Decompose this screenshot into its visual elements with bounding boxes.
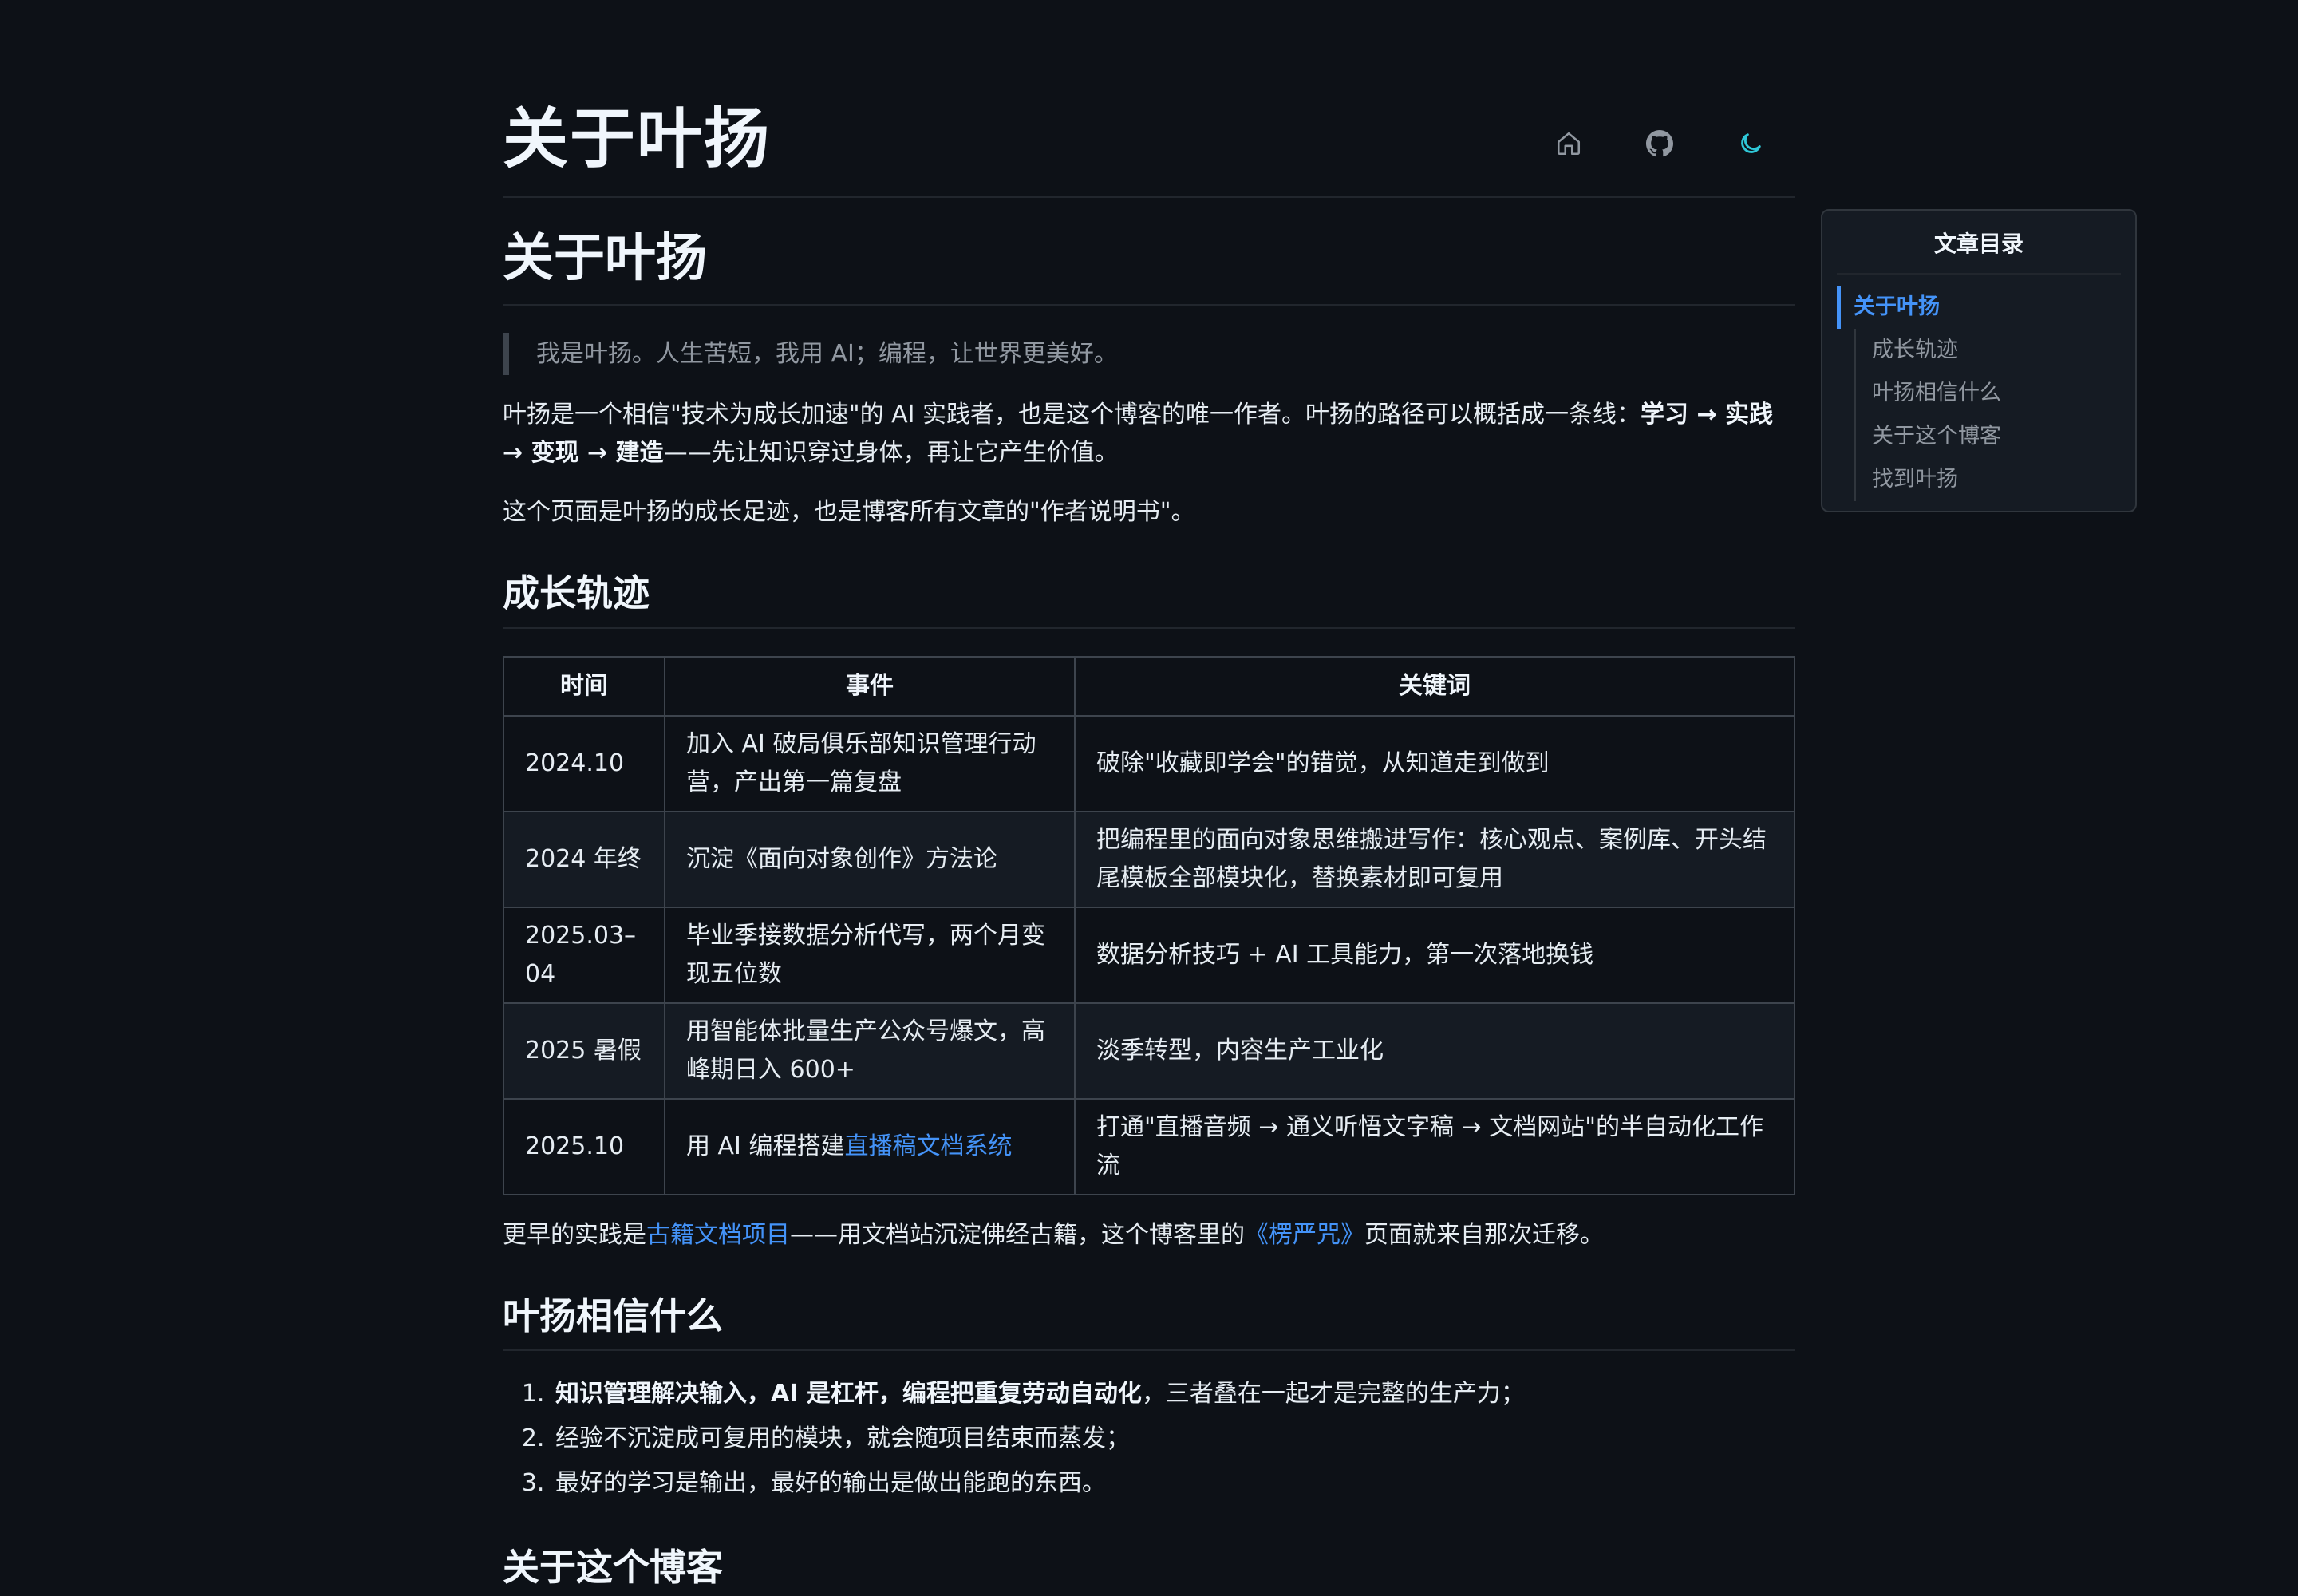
cell-event: 用 AI 编程搭建直播稿文档系统 [664, 1097, 1076, 1195]
header-icons [1553, 128, 1767, 160]
earlier-middle: ——用文档站沉淀佛经古籍，这个博客里的 [790, 1220, 1245, 1249]
github-button[interactable] [1644, 128, 1676, 160]
table-row: 2024.10 加入 AI 破局俱乐部知识管理行动营，产出第一篇复盘 破除"收藏… [503, 714, 1795, 812]
cell-time: 2025.03–04 [503, 906, 665, 1004]
cell-time: 2024.10 [503, 714, 665, 812]
earlier-prefix: 更早的实践是 [503, 1220, 646, 1249]
github-icon [1646, 130, 1673, 157]
theme-toggle-button[interactable] [1735, 128, 1767, 160]
site-title: 关于叶扬 [503, 101, 772, 177]
column-header-keyword: 关键词 [1074, 655, 1795, 717]
cell-event-text: 用 AI 编程搭建 [686, 1132, 845, 1160]
cell-time: 2025.10 [503, 1097, 665, 1195]
page: 关于叶扬 关于叶扬 我是叶扬。人生苦短，我用 AI；编程，让世界更美好。 叶扬是… [0, 0, 2298, 1596]
belief-text: 经验不沉淀成可复用的模块，就会随项目结束而蒸发； [555, 1424, 1130, 1453]
live-docs-link[interactable]: 直播稿文档系统 [844, 1132, 1012, 1160]
intro-paragraph: 叶扬是一个相信"技术为成长加速"的 AI 实践者，也是这个博客的唯一作者。叶扬的… [503, 396, 1795, 472]
moon-icon [1741, 133, 1761, 153]
toc-item-about-blog[interactable]: 关于这个博客 [1872, 415, 2121, 458]
intro-paragraph-2: 这个页面是叶扬的成长足迹，也是博客所有文章的"作者说明书"。 [503, 497, 1195, 526]
table-of-contents: 文章目录 关于叶扬 成长轨迹 叶扬相信什么 关于这个博客 找到叶扬 [1821, 209, 2137, 512]
toc-title: 文章目录 [1837, 227, 2121, 275]
list-item: 最好的学习是输出，最好的输出是做出能跑的东西。 [552, 1461, 1795, 1506]
home-icon [1557, 132, 1581, 156]
earlier-practice-paragraph: 更早的实践是古籍文档项目——用文档站沉淀佛经古籍，这个博客里的《楞严咒》页面就来… [503, 1216, 1795, 1254]
belief-text: ，三者叠在一起才是完整的生产力； [1141, 1380, 1525, 1408]
column-header-time: 时间 [503, 655, 665, 717]
list-item: 经验不沉淀成可复用的模块，就会随项目结束而蒸发； [552, 1416, 1795, 1461]
toc-sublist: 成长轨迹 叶扬相信什么 关于这个博客 找到叶扬 [1854, 329, 2121, 501]
toc-item-about[interactable]: 关于叶扬 [1837, 286, 2121, 329]
cell-keyword: 淡季转型，内容生产工业化 [1074, 1001, 1795, 1100]
cell-event: 毕业季接数据分析代写，两个月变现五位数 [664, 906, 1076, 1004]
table-header-row: 时间 事件 关键词 [503, 655, 1795, 717]
cell-time: 2025 暑假 [503, 1001, 665, 1100]
belief-bold: 知识管理解决输入，AI 是杠杆，编程把重复劳动自动化 [555, 1380, 1142, 1408]
intro-text-2: ——先让知识穿过身体，再让它产生价值。 [663, 438, 1119, 467]
belief-text: 最好的学习是输出，最好的输出是做出能跑的东西。 [555, 1469, 1106, 1498]
article-title: 关于叶扬 [503, 228, 1795, 306]
cell-keyword: 打通"直播音频 → 通义听悟文字稿 → 文档网站"的半自动化工作流 [1074, 1097, 1795, 1195]
cell-keyword: 破除"收藏即学会"的错觉，从知道走到做到 [1074, 714, 1795, 812]
toc-list: 关于叶扬 成长轨迹 叶扬相信什么 关于这个博客 找到叶扬 [1837, 286, 2121, 501]
cell-event: 加入 AI 破局俱乐部知识管理行动营，产出第一篇复盘 [664, 714, 1076, 812]
list-item: 知识管理解决输入，AI 是杠杆，编程把重复劳动自动化，三者叠在一起才是完整的生产… [552, 1372, 1795, 1416]
table-row: 2025.10 用 AI 编程搭建直播稿文档系统 打通"直播音频 → 通义听悟文… [503, 1097, 1795, 1195]
intro-quote: 我是叶扬。人生苦短，我用 AI；编程，让世界更美好。 [503, 332, 1795, 375]
about-blog-heading: 关于这个博客 [503, 1544, 1795, 1596]
home-button[interactable] [1553, 128, 1585, 160]
beliefs-heading: 叶扬相信什么 [503, 1293, 1795, 1352]
toc-item-beliefs[interactable]: 叶扬相信什么 [1872, 372, 2121, 415]
cell-keyword: 数据分析技巧 + AI 工具能力，第一次落地换钱 [1074, 906, 1795, 1004]
growth-heading: 成长轨迹 [503, 570, 1795, 629]
toc-item-growth[interactable]: 成长轨迹 [1872, 329, 2121, 372]
site-header: 关于叶扬 [503, 96, 1795, 198]
lengyan-link[interactable]: 《楞严咒》 [1245, 1221, 1364, 1249]
table-row: 2024 年终 沉淀《面向对象创作》方法论 把编程里的面向对象思维搬进写作：核心… [503, 810, 1795, 908]
column-header-event: 事件 [664, 655, 1076, 717]
cell-event: 沉淀《面向对象创作》方法论 [664, 810, 1076, 908]
toc-item-find-me[interactable]: 找到叶扬 [1872, 458, 2121, 501]
growth-table: 时间 事件 关键词 2024.10 加入 AI 破局俱乐部知识管理行动营，产出第… [503, 655, 1795, 1195]
beliefs-list: 知识管理解决输入，AI 是杠杆，编程把重复劳动自动化，三者叠在一起才是完整的生产… [503, 1372, 1795, 1506]
ancient-docs-link[interactable]: 古籍文档项目 [646, 1221, 790, 1249]
earlier-suffix: 页面就来自那次迁移。 [1364, 1220, 1604, 1249]
main-content: 关于叶扬 关于叶扬 我是叶扬。人生苦短，我用 AI；编程，让世界更美好。 叶扬是… [503, 96, 1795, 1596]
intro-text-1: 叶扬是一个相信"技术为成长加速"的 AI 实践者，也是这个博客的唯一作者。叶扬的… [503, 400, 1641, 429]
cell-keyword: 把编程里的面向对象思维搬进写作：核心观点、案例库、开头结尾模板全部模块化，替换素… [1074, 810, 1795, 908]
table-row: 2025.03–04 毕业季接数据分析代写，两个月变现五位数 数据分析技巧 + … [503, 906, 1795, 1004]
cell-event: 用智能体批量生产公众号爆文，高峰期日入 600+ [664, 1001, 1076, 1100]
table-row: 2025 暑假 用智能体批量生产公众号爆文，高峰期日入 600+ 淡季转型，内容… [503, 1001, 1795, 1100]
cell-time: 2024 年终 [503, 810, 665, 908]
